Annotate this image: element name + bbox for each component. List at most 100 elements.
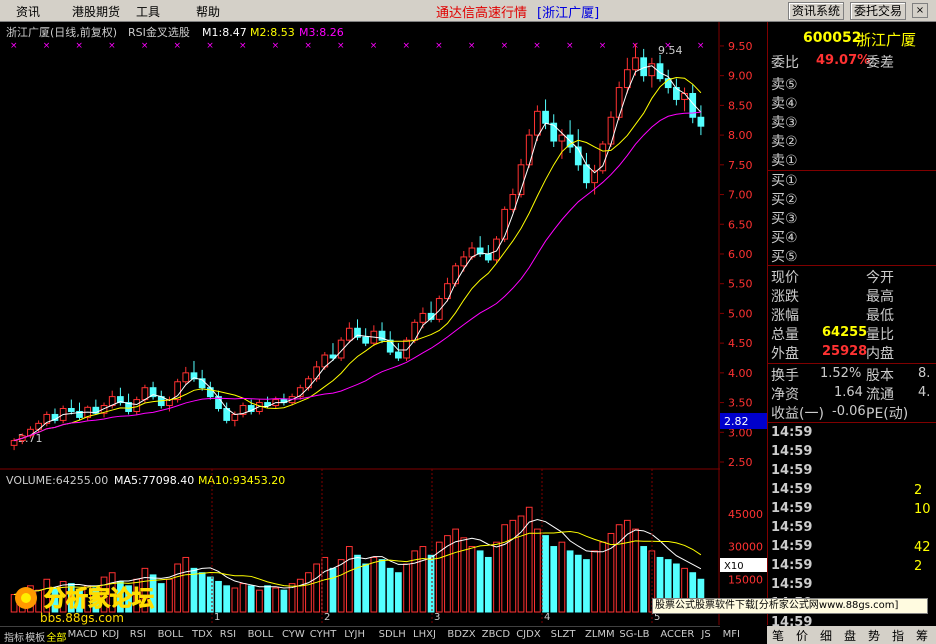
indicator-tab[interactable]: CYW xyxy=(282,629,305,640)
volume-axis-label: 45000 xyxy=(728,508,763,521)
candle xyxy=(305,378,312,389)
signal-mark: × xyxy=(435,41,443,51)
volume-bar xyxy=(337,559,345,613)
indicator-tab[interactable]: CJDX xyxy=(516,629,540,640)
wc-label: 委差 xyxy=(866,55,894,71)
axis-label: 7.00 xyxy=(728,189,753,202)
month-label: 4 xyxy=(544,612,550,623)
indicator-tab[interactable]: ACCER xyxy=(660,629,694,640)
candle xyxy=(403,339,410,359)
sell-level: 卖③ xyxy=(771,115,798,131)
menu-item-hk-futures[interactable]: 港股期货 xyxy=(72,3,120,20)
m1-value: M1:8.47 xyxy=(202,26,247,39)
indicator-tab[interactable]: 模板 xyxy=(25,629,45,644)
indicator-tab[interactable]: LYJH xyxy=(344,629,365,640)
candle xyxy=(558,134,566,142)
volume-bar xyxy=(493,541,500,613)
kline-chart[interactable]: 浙江广厦(日线,前复权) RSI金叉选股 M1:8.47 M2:8.53 M3:… xyxy=(0,22,720,625)
buy-level: 买④ xyxy=(771,230,798,246)
volume-bar xyxy=(484,556,492,613)
indicator-tab[interactable]: MACD xyxy=(68,629,98,640)
indicator-tab[interactable]: 指标 xyxy=(4,629,24,644)
signal-mark: × xyxy=(501,41,509,51)
volume-bar xyxy=(272,587,280,613)
right-tab[interactable]: 指 xyxy=(892,627,904,644)
forum-logo: 分析家论坛 bbs.88gs.com xyxy=(6,580,206,626)
volume-bar xyxy=(305,572,312,613)
candle xyxy=(583,164,590,184)
cap-value: 8. xyxy=(918,366,931,381)
indicator-tab[interactable]: 全部 xyxy=(46,629,66,644)
menu-bar: 资讯 港股期货 工具 帮助 通达信高速行情 [浙江广厦] 资讯系统 委托交易 × xyxy=(0,0,936,22)
volume-bar xyxy=(599,541,607,613)
indicator-tab[interactable]: CYHT xyxy=(310,629,337,640)
volume-bar xyxy=(427,554,435,613)
turn-value: 1.52% xyxy=(820,366,862,381)
price-axis: 9.50 9.00 8.50 8.00 7.50 7.00 6.50 6.00 5.50 5.00… xyxy=(720,40,767,586)
candle xyxy=(493,238,500,261)
menu-item-help[interactable]: 帮助 xyxy=(196,3,220,20)
right-tab[interactable]: 价 xyxy=(796,627,808,644)
month-label: 1 xyxy=(214,612,220,623)
menu-item-news[interactable]: 资讯 xyxy=(16,3,40,20)
indicator-tab[interactable]: ZBCD xyxy=(482,629,510,640)
indicator-tab[interactable]: KDJ xyxy=(102,629,119,640)
indicator-tab[interactable]: RSI xyxy=(130,629,146,640)
right-tab[interactable]: 盘 xyxy=(844,627,856,644)
candle xyxy=(501,208,509,240)
volume-bar xyxy=(542,535,549,613)
out-value: 25928 xyxy=(822,344,868,359)
chart-area[interactable]: 浙江广厦(日线,前复权) RSI金叉选股 M1:8.47 M2:8.53 M3:… xyxy=(0,22,720,625)
chart-title: 浙江广厦(日线,前复权) xyxy=(6,25,117,39)
right-tab[interactable]: 细 xyxy=(820,627,832,644)
pct-label: 涨幅 xyxy=(771,308,799,324)
wb-label: 委比 xyxy=(771,55,799,71)
volume-bar xyxy=(460,537,468,613)
indicator-name: RSI金叉选股 xyxy=(128,25,190,39)
right-tab[interactable]: 势 xyxy=(868,627,880,644)
indicator-tab[interactable]: BDZX xyxy=(447,629,475,640)
indicator-tab[interactable]: ZLMM xyxy=(585,629,615,640)
indicator-tab[interactable]: BOLL xyxy=(158,629,184,640)
volume-bar xyxy=(550,546,558,613)
m2-value: M2:8.53 xyxy=(250,26,295,39)
close-icon[interactable]: × xyxy=(912,3,928,18)
axis-label: 5.00 xyxy=(728,307,753,320)
menu-item-tools[interactable]: 工具 xyxy=(136,3,160,20)
indicator-tab[interactable]: SDLH xyxy=(379,629,406,640)
candle xyxy=(632,57,639,71)
right-tab[interactable]: 笔 xyxy=(772,627,784,644)
volume-bar xyxy=(215,580,222,613)
indicator-tab[interactable]: SG-LB xyxy=(619,629,649,640)
candle xyxy=(362,336,370,344)
low-label-quote: 最低 xyxy=(866,308,894,324)
current-price-tag: 2.82 xyxy=(724,415,749,428)
trade-button[interactable]: 委托交易 xyxy=(850,2,907,20)
indicator-tab[interactable]: TDX xyxy=(192,629,213,640)
indicator-tab[interactable]: RSI xyxy=(220,629,236,640)
indicator-tab[interactable]: JS xyxy=(701,629,710,640)
candle xyxy=(345,327,353,341)
axis-label: 3.50 xyxy=(728,397,753,410)
signal-mark: × xyxy=(370,41,378,51)
eps-value: -0.06 xyxy=(832,404,866,419)
indicator-tab[interactable]: LHXJ xyxy=(413,629,436,640)
nav-label: 净资 xyxy=(771,387,799,403)
now-label: 现价 xyxy=(771,270,799,286)
ad-banner[interactable]: 股票公式股票软件下载[分析家公式网www.88gs.com] xyxy=(652,598,928,614)
volume-bar xyxy=(280,589,288,613)
in-label: 内盘 xyxy=(866,346,894,362)
indicator-tab[interactable]: SLZT xyxy=(551,629,576,640)
candle xyxy=(231,413,239,421)
candle xyxy=(623,69,631,89)
month-label: 2 xyxy=(324,612,330,623)
chg-label: 涨跌 xyxy=(771,289,799,305)
info-system-button[interactable]: 资讯系统 xyxy=(788,2,845,20)
indicator-tab[interactable]: BOLL xyxy=(248,629,274,640)
vol-value: 64255 xyxy=(822,325,868,340)
signal-mark: × xyxy=(141,41,149,51)
indicator-tab[interactable]: MFI xyxy=(723,629,740,640)
signal-mark: × xyxy=(272,41,280,51)
month-label: 3 xyxy=(434,612,440,623)
right-tab[interactable]: 筹 xyxy=(916,627,928,644)
